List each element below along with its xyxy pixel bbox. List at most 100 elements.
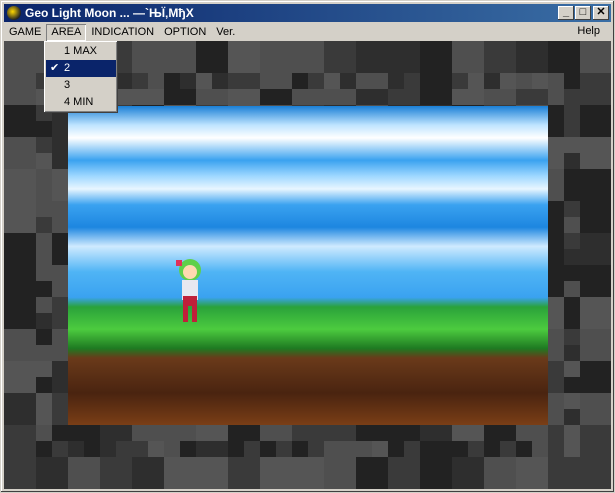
checker-tile bbox=[484, 441, 500, 457]
checker-tile bbox=[548, 441, 564, 457]
menu-ver[interactable]: Ver. bbox=[211, 24, 240, 41]
checker-tile bbox=[292, 441, 308, 457]
checker-tile bbox=[580, 137, 611, 169]
checker-tile bbox=[36, 217, 52, 233]
menu-game[interactable]: GAME bbox=[4, 24, 46, 41]
area-option-3[interactable]: 3 bbox=[46, 77, 116, 94]
checker-tile bbox=[36, 281, 52, 297]
maximize-button[interactable]: □ bbox=[575, 6, 591, 20]
checker-tile bbox=[388, 441, 404, 457]
checker-tile bbox=[292, 73, 308, 89]
checker-tile bbox=[564, 425, 580, 441]
area-dropdown-menu: 1 MAX ✔ 2 3 4 MIN bbox=[44, 41, 118, 113]
checker-tile bbox=[564, 409, 580, 425]
checker-tile bbox=[36, 313, 52, 329]
checker-tile bbox=[564, 265, 580, 281]
checker-tile bbox=[532, 73, 548, 89]
checker-tile bbox=[452, 457, 484, 489]
checker-tile bbox=[548, 457, 580, 489]
checker-tile bbox=[212, 73, 228, 89]
area-option-1-max[interactable]: 1 MAX bbox=[46, 43, 116, 60]
checker-tile bbox=[36, 169, 52, 185]
app-icon bbox=[7, 6, 21, 20]
checker-tile bbox=[468, 73, 484, 89]
checker-tile bbox=[36, 153, 52, 169]
checker-tile bbox=[164, 73, 180, 89]
menu-area[interactable]: AREA bbox=[46, 24, 86, 41]
checker-tile bbox=[36, 329, 52, 345]
checker-tile bbox=[132, 441, 148, 457]
checker-tile bbox=[164, 41, 196, 73]
checker-tile bbox=[516, 441, 532, 457]
checker-tile bbox=[580, 265, 611, 297]
checker-tile bbox=[516, 457, 548, 489]
checker-tile bbox=[68, 441, 84, 457]
checker-tile bbox=[180, 73, 196, 89]
checker-tile bbox=[500, 73, 516, 89]
checker-tile bbox=[564, 313, 580, 329]
checker-tile bbox=[308, 441, 324, 457]
close-button[interactable]: ✕ bbox=[593, 6, 609, 20]
checker-tile bbox=[340, 73, 356, 89]
option-label: 1 MAX bbox=[64, 45, 98, 57]
menu-help[interactable]: Help bbox=[572, 23, 605, 40]
checker-tile bbox=[564, 281, 580, 297]
checker-tile bbox=[164, 441, 180, 457]
checker-tile bbox=[132, 41, 164, 73]
checker-tile bbox=[228, 41, 260, 73]
checker-tile bbox=[324, 457, 356, 489]
checker-tile bbox=[4, 425, 36, 457]
option-label: 3 bbox=[64, 79, 71, 91]
menu-indication[interactable]: INDICATION bbox=[86, 24, 159, 41]
checker-tile bbox=[196, 457, 228, 489]
checker-tile bbox=[228, 73, 244, 89]
checker-tile bbox=[580, 105, 611, 137]
checker-tile bbox=[420, 41, 452, 73]
checker-tile bbox=[4, 201, 36, 233]
checker-tile bbox=[436, 73, 452, 89]
checker-tile bbox=[324, 41, 356, 73]
checker-tile bbox=[452, 73, 468, 89]
area-option-4-min[interactable]: 4 MIN bbox=[46, 94, 116, 111]
checker-tile bbox=[196, 441, 212, 457]
checker-tile bbox=[388, 457, 420, 489]
game-screen[interactable] bbox=[68, 106, 548, 425]
checker-tile bbox=[292, 41, 324, 73]
checker-tile bbox=[164, 457, 196, 489]
checker-tile bbox=[4, 265, 36, 297]
checker-tile bbox=[36, 201, 52, 217]
checker-tile bbox=[196, 73, 212, 89]
checker-tile bbox=[580, 297, 611, 329]
checker-tile bbox=[436, 441, 452, 457]
checker-tile bbox=[404, 441, 420, 457]
check-icon: ✔ bbox=[50, 62, 60, 74]
checker-tile bbox=[36, 265, 52, 281]
checker-tile bbox=[564, 185, 580, 201]
checker-tile bbox=[324, 73, 340, 89]
area-option-2[interactable]: ✔ 2 bbox=[46, 60, 116, 77]
checker-tile bbox=[4, 329, 36, 361]
checker-tile bbox=[564, 201, 580, 217]
checker-tile bbox=[580, 233, 611, 265]
checker-tile bbox=[564, 169, 580, 185]
checker-tile bbox=[484, 41, 516, 73]
menu-option[interactable]: OPTION bbox=[159, 24, 211, 41]
checker-tile bbox=[4, 297, 36, 329]
option-label: 4 MIN bbox=[64, 96, 94, 108]
checker-tile bbox=[372, 73, 388, 89]
checker-tile bbox=[4, 457, 36, 489]
checker-tile bbox=[212, 441, 228, 457]
checker-tile bbox=[148, 73, 164, 89]
checker-tile bbox=[564, 217, 580, 233]
checker-tile bbox=[484, 457, 516, 489]
checker-tile bbox=[116, 73, 132, 89]
checker-tile bbox=[228, 457, 260, 489]
checker-tile bbox=[580, 201, 611, 233]
checker-tile bbox=[564, 297, 580, 313]
minimize-button[interactable]: _ bbox=[558, 6, 574, 20]
checker-tile bbox=[564, 89, 580, 105]
checker-tile bbox=[36, 425, 52, 441]
checker-tile bbox=[36, 457, 68, 489]
checker-tile bbox=[356, 41, 388, 73]
checker-tile bbox=[260, 73, 276, 89]
